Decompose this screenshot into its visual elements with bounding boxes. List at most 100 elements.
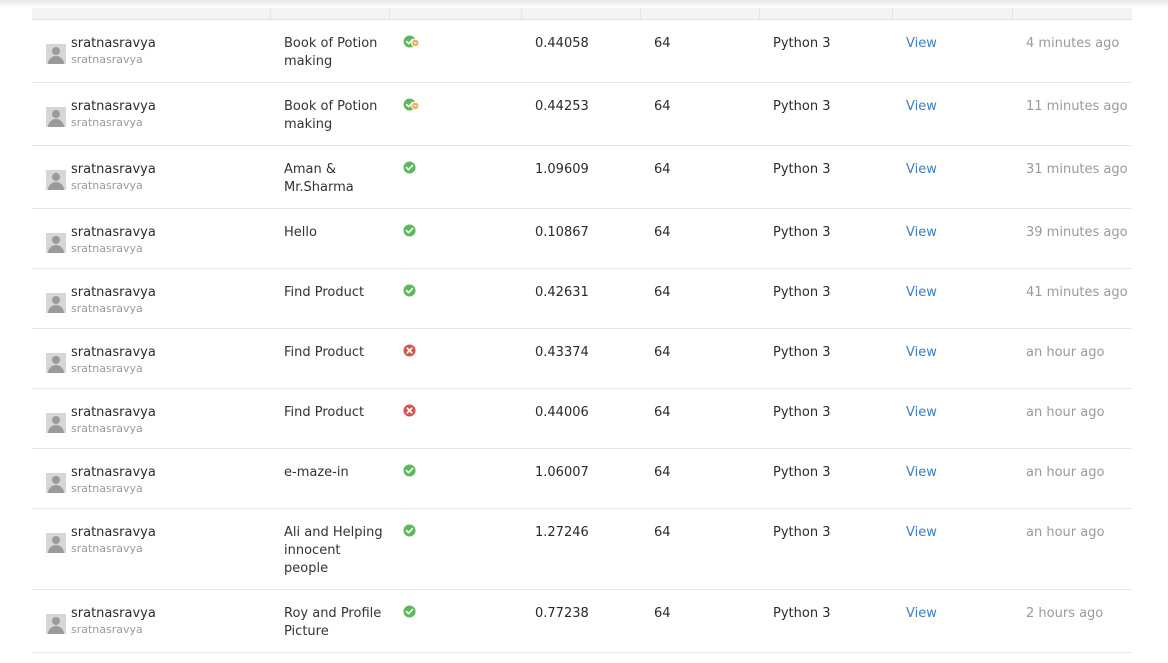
memory-value: 64 (654, 345, 671, 360)
user-handle: sratnasravya (71, 422, 143, 435)
language: Python 3 (773, 405, 831, 420)
avatar (46, 533, 66, 553)
avatar (46, 107, 66, 127)
user-cell[interactable]: sratnasravya sratnasravya (46, 161, 156, 193)
avatar (46, 353, 66, 373)
header-divider (521, 8, 522, 19)
memory-value: 64 (654, 99, 671, 114)
time-value: 1.27246 (535, 525, 589, 540)
user-cell[interactable]: sratnasravya sratnasravya (46, 464, 156, 496)
user-handle: sratnasravya (71, 116, 143, 129)
avatar (46, 293, 66, 313)
language: Python 3 (773, 225, 831, 240)
header-divider (270, 8, 271, 19)
header-divider (892, 8, 893, 19)
submitted-time: 41 minutes ago (1026, 285, 1128, 300)
user-name[interactable]: sratnasravya (71, 35, 156, 53)
view-link[interactable]: View (906, 605, 937, 623)
memory-value: 64 (654, 405, 671, 420)
problem-name[interactable]: Aman & Mr.Sharma (284, 161, 384, 197)
view-link[interactable]: View (906, 224, 937, 242)
view-link[interactable]: View (906, 404, 937, 422)
user-handle: sratnasravya (71, 302, 143, 315)
view-link[interactable]: View (906, 98, 937, 116)
x-circle-icon (403, 404, 416, 417)
language: Python 3 (773, 162, 831, 177)
submitted-time: 31 minutes ago (1026, 162, 1128, 177)
user-name[interactable]: sratnasravya (71, 224, 156, 242)
user-cell[interactable]: sratnasravya sratnasravya (46, 284, 156, 316)
table-row: sratnasravya sratnasravya Aman & Mr.Sharma… (32, 146, 1132, 209)
user-name[interactable]: sratnasravya (71, 464, 156, 482)
user-name[interactable]: sratnasravya (71, 404, 156, 422)
user-name[interactable]: sratnasravya (71, 344, 156, 362)
user-name[interactable]: sratnasravya (71, 605, 156, 623)
check-circle-icon (403, 464, 416, 477)
view-link[interactable]: View (906, 344, 937, 362)
user-cell[interactable]: sratnasravya sratnasravya (46, 605, 156, 637)
user-cell[interactable]: sratnasravya sratnasravya (46, 524, 156, 556)
problem-name[interactable]: Book of Potion making (284, 35, 384, 71)
avatar (46, 44, 66, 64)
header-divider (759, 8, 760, 19)
user-name[interactable]: sratnasravya (71, 161, 156, 179)
problem-name[interactable]: Find Product (284, 344, 384, 362)
table-row: sratnasravya sratnasravya Book of Potion m… (32, 83, 1132, 146)
view-link[interactable]: View (906, 161, 937, 179)
avatar (46, 473, 66, 493)
submitted-time: 2 hours ago (1026, 606, 1104, 621)
time-value: 1.06007 (535, 465, 589, 480)
time-value: 0.10867 (535, 225, 589, 240)
avatar (46, 614, 66, 634)
memory-value: 64 (654, 36, 671, 51)
x-circle-icon (403, 344, 416, 357)
user-cell[interactable]: sratnasravya sratnasravya (46, 98, 156, 130)
view-link[interactable]: View (906, 284, 937, 302)
partial-check-icon (403, 35, 420, 48)
table-row: sratnasravya sratnasravya Hello 0.10867 64 Py… (32, 209, 1132, 269)
memory-value: 64 (654, 465, 671, 480)
user-cell[interactable]: sratnasravya sratnasravya (46, 35, 156, 67)
memory-value: 64 (654, 162, 671, 177)
user-handle: sratnasravya (71, 362, 143, 375)
memory-value: 64 (654, 285, 671, 300)
user-cell[interactable]: sratnasravya sratnasravya (46, 224, 156, 256)
problem-name[interactable]: Book of Potion making (284, 98, 384, 134)
user-name[interactable]: sratnasravya (71, 524, 156, 542)
language: Python 3 (773, 525, 831, 540)
problem-name[interactable]: Roy and Profile Picture (284, 605, 384, 641)
problem-name[interactable]: Hello (284, 224, 384, 242)
user-name[interactable]: sratnasravya (71, 284, 156, 302)
partial-check-icon (403, 98, 420, 111)
problem-name[interactable]: Find Product (284, 284, 384, 302)
problem-name[interactable]: e-maze-in (284, 464, 384, 482)
language: Python 3 (773, 465, 831, 480)
check-circle-icon (403, 161, 416, 174)
problem-name[interactable]: Ali and Helping innocent people (284, 524, 384, 578)
view-link[interactable]: View (906, 35, 937, 53)
view-link[interactable]: View (906, 464, 937, 482)
language: Python 3 (773, 99, 831, 114)
memory-value: 64 (654, 606, 671, 621)
problem-name[interactable]: Find Product (284, 404, 384, 422)
time-value: 0.44006 (535, 405, 589, 420)
table-row: sratnasravya sratnasravya Book of Potion m… (32, 20, 1132, 83)
header-divider (640, 8, 641, 19)
submitted-time: an hour ago (1026, 405, 1105, 420)
language: Python 3 (773, 285, 831, 300)
header-divider (1012, 8, 1013, 19)
submitted-time: an hour ago (1026, 345, 1105, 360)
view-link[interactable]: View (906, 524, 937, 542)
submissions-table: sratnasravya sratnasravya Book of Potion m… (32, 8, 1132, 653)
check-circle-icon (403, 524, 416, 537)
avatar (46, 170, 66, 190)
user-name[interactable]: sratnasravya (71, 98, 156, 116)
user-cell[interactable]: sratnasravya sratnasravya (46, 344, 156, 376)
time-value: 0.43374 (535, 345, 589, 360)
submitted-time: 11 minutes ago (1026, 99, 1128, 114)
language: Python 3 (773, 606, 831, 621)
user-cell[interactable]: sratnasravya sratnasravya (46, 404, 156, 436)
table-header (32, 8, 1132, 20)
table-row: sratnasravya sratnasravya e-maze-in 1.06007… (32, 449, 1132, 509)
time-value: 0.44253 (535, 99, 589, 114)
